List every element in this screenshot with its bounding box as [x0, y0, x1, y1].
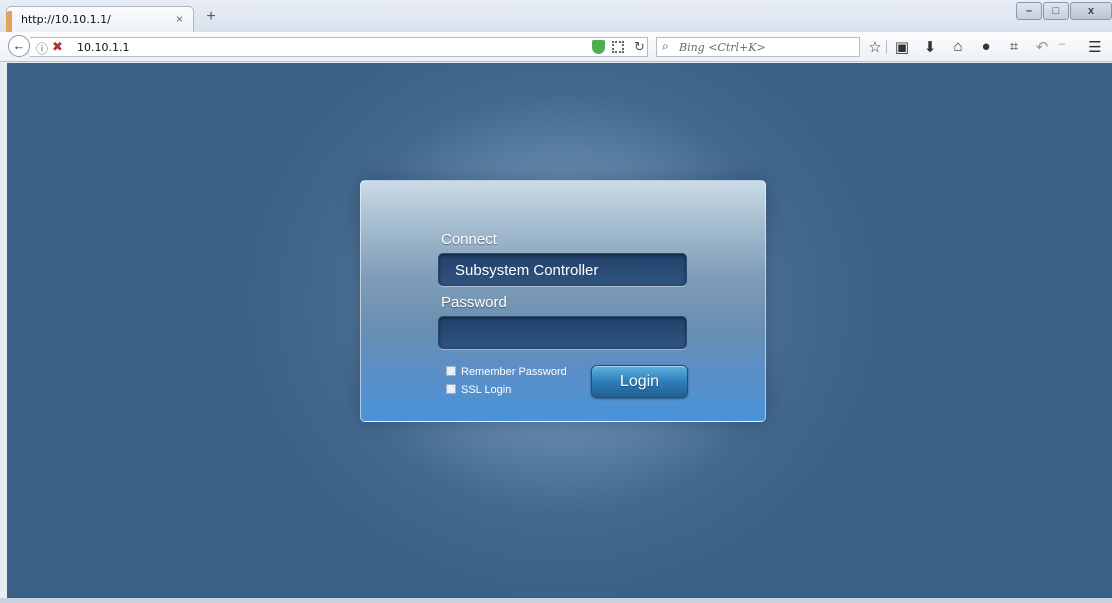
undo-icon[interactable]: ↶: [1033, 38, 1051, 56]
password-field[interactable]: [438, 316, 687, 349]
tab-title: http://10.10.1.1/: [21, 13, 111, 26]
qr-code-icon[interactable]: [612, 41, 624, 53]
reload-icon[interactable]: ↻: [634, 39, 645, 55]
remember-password-checkbox[interactable]: [446, 366, 456, 376]
browser-tab[interactable]: http://10.10.1.1/ ×: [6, 6, 194, 33]
remember-password-row[interactable]: Remember Password: [446, 366, 567, 378]
nav-bar: ← ⓘ ✖ 10.10.1.1 ↻ ⌕ Bing <Ctrl+K> ☆ ▣ ⬇ …: [0, 32, 1112, 62]
menu-icon[interactable]: ☰: [1086, 38, 1104, 56]
download-icon[interactable]: ⬇: [921, 38, 939, 56]
ssl-login-label: SSL Login: [461, 384, 512, 396]
page-content: Connect Subsystem Controller Password Re…: [7, 63, 1112, 601]
address-bar[interactable]: ⓘ ✖ 10.10.1.1 ↻: [30, 37, 648, 57]
title-bar: http://10.10.1.1/ × + – □ x: [0, 0, 1112, 33]
chat-icon[interactable]: ●: [977, 38, 995, 55]
reading-list-icon[interactable]: ▣: [893, 38, 911, 56]
bookmark-star-icon[interactable]: ☆: [866, 38, 884, 56]
maximize-button[interactable]: □: [1043, 2, 1069, 20]
maximize-icon: □: [1052, 5, 1060, 17]
back-button[interactable]: ←: [8, 35, 30, 57]
connect-value: Subsystem Controller: [455, 262, 599, 279]
connect-label: Connect: [441, 231, 497, 248]
login-button[interactable]: Login: [591, 365, 688, 398]
shield-icon[interactable]: [592, 40, 605, 54]
info-icon[interactable]: ⓘ: [36, 40, 48, 57]
back-arrow-icon: ←: [12, 38, 26, 53]
search-bar[interactable]: ⌕ Bing <Ctrl+K>: [656, 37, 860, 57]
remember-password-label: Remember Password: [461, 366, 567, 378]
connect-field[interactable]: Subsystem Controller: [438, 253, 687, 286]
search-icon: ⌕: [662, 39, 669, 53]
password-label: Password: [441, 294, 507, 311]
close-icon: x: [1087, 5, 1095, 17]
crop-icon[interactable]: ⌗: [1005, 38, 1023, 55]
minimize-button[interactable]: –: [1016, 2, 1042, 20]
close-window-button[interactable]: x: [1070, 2, 1112, 20]
ssl-login-checkbox[interactable]: [446, 384, 456, 394]
home-icon[interactable]: ⌂: [949, 38, 967, 55]
login-panel: Connect Subsystem Controller Password Re…: [360, 180, 766, 422]
new-tab-button[interactable]: +: [200, 8, 222, 28]
tab-accent: [6, 11, 12, 33]
insecure-lock-icon[interactable]: ✖: [52, 39, 63, 55]
ssl-login-row[interactable]: SSL Login: [446, 384, 511, 396]
minimize-icon: –: [1025, 5, 1033, 17]
search-placeholder: Bing <Ctrl+K>: [679, 41, 766, 54]
tab-close-icon[interactable]: ×: [176, 12, 183, 26]
status-bar: [0, 598, 1112, 603]
dropdown-chevron-icon[interactable]: –: [1053, 38, 1071, 50]
toolbar-separator: [886, 40, 887, 54]
url-text[interactable]: 10.10.1.1: [77, 41, 129, 54]
